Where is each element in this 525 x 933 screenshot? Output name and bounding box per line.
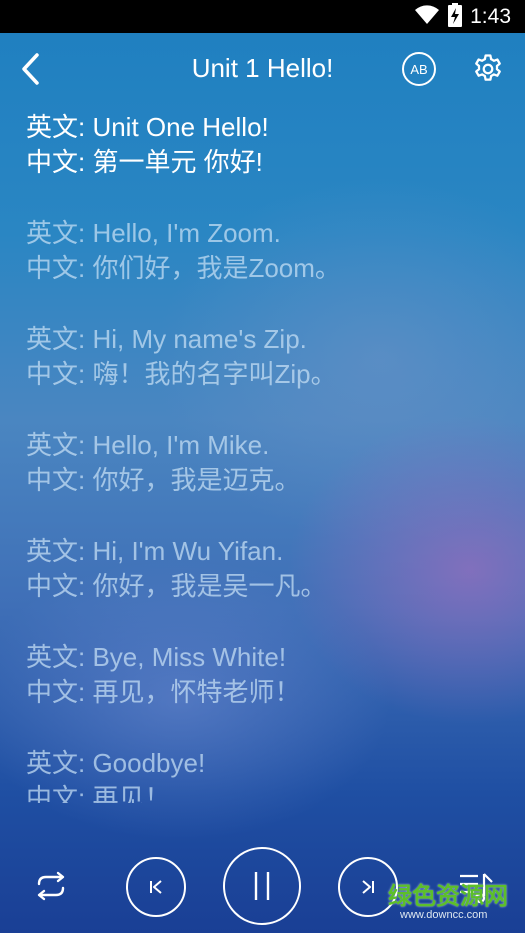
lyric-entry[interactable]: 英文: Hello, I'm Mike. 中文: 你好，我是迈克。 — [26, 428, 506, 498]
lyric-english: 英文: Bye, Miss White! — [26, 642, 287, 672]
lyric-english: 英文: Hi, My name's Zip. — [26, 324, 307, 354]
lyric-entry[interactable]: 英文: Hi, My name's Zip. 中文: 嗨！我的名字叫Zip。 — [26, 322, 506, 392]
watermark-url: www.downcc.com — [400, 909, 488, 921]
header: Unit 1 Hello! AB — [0, 33, 525, 107]
chevron-left-icon — [22, 53, 39, 85]
lyric-chinese: 中文: 再见，怀特老师！ — [26, 677, 301, 707]
lyric-entry-current[interactable]: 英文: Unit One Hello! 中文: 第一单元 你好! — [26, 110, 506, 180]
status-time: 1:43 — [470, 4, 511, 28]
page-title: Unit 1 Hello! — [191, 53, 334, 83]
pause-icon — [254, 872, 270, 900]
lyric-english: 英文: Hello, I'm Mike. — [26, 430, 270, 460]
back-button[interactable] — [12, 49, 48, 89]
pause-button[interactable] — [223, 847, 301, 925]
lyric-chinese: 中文: 再见！ — [26, 783, 171, 803]
skip-next-icon — [362, 880, 374, 894]
wifi-icon — [414, 4, 440, 29]
repeat-button[interactable] — [28, 868, 74, 904]
settings-button[interactable] — [470, 51, 506, 87]
lyric-english: 英文: Hi, I'm Wu Yifan. — [26, 536, 284, 566]
status-bar: 1:43 — [0, 0, 525, 33]
watermark-title: 绿色资源网 — [388, 882, 508, 910]
repeat-icon — [37, 871, 65, 901]
lyric-chinese: 中文: 嗨！我的名字叫Zip。 — [26, 359, 337, 389]
skip-previous-icon — [150, 880, 162, 894]
watermark: 绿色资源网 www.downcc.com — [388, 876, 523, 931]
previous-button[interactable] — [126, 857, 186, 917]
lyric-entry[interactable]: 英文: Hello, I'm Zoom. 中文: 你们好，我是Zoom。 — [26, 216, 506, 286]
ab-toggle-button[interactable]: AB — [402, 52, 436, 86]
lyric-chinese: 中文: 你好，我是迈克。 — [26, 465, 301, 495]
lyric-entry[interactable]: 英文: Hi, I'm Wu Yifan. 中文: 你好，我是吴一凡。 — [26, 534, 506, 604]
lyric-english: 英文: Goodbye! — [26, 748, 206, 778]
lyric-english: 英文: Unit One Hello! — [26, 112, 269, 142]
ab-label: AB — [410, 61, 428, 77]
lyric-entry[interactable]: 英文: Goodbye! 中文: 再见！ — [26, 746, 506, 803]
lyric-english: 英文: Hello, I'm Zoom. — [26, 218, 281, 248]
lyric-chinese: 中文: 你好，我是吴一凡。 — [26, 571, 327, 601]
battery-charging-icon — [448, 2, 463, 31]
gear-icon — [475, 54, 501, 81]
lyric-chinese: 中文: 第一单元 你好! — [26, 147, 263, 177]
lyric-entry[interactable]: 英文: Bye, Miss White! 中文: 再见，怀特老师！ — [26, 640, 506, 710]
lyric-chinese: 中文: 你们好，我是Zoom。 — [26, 253, 341, 283]
lyrics-list[interactable]: 英文: Unit One Hello! 中文: 第一单元 你好! 英文: Hel… — [26, 110, 506, 803]
